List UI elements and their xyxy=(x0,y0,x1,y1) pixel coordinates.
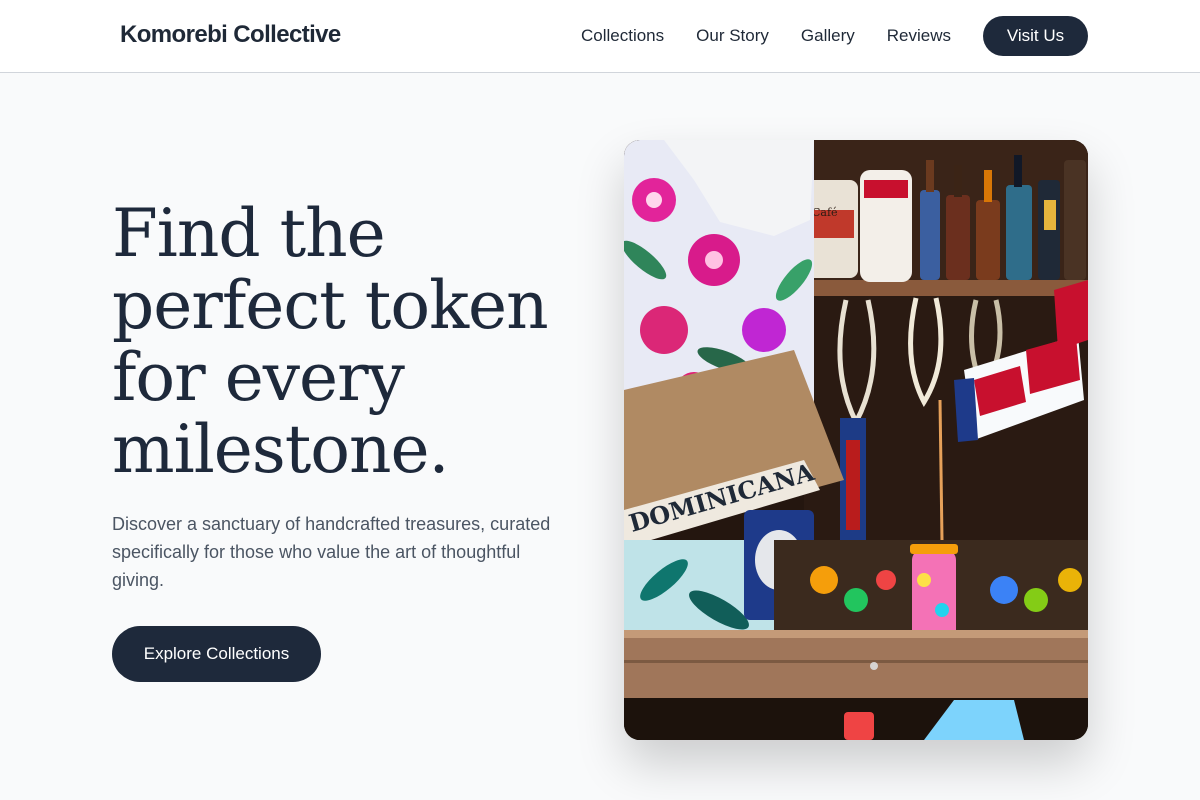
headline-line: Find the xyxy=(112,195,386,272)
nav-link-reviews[interactable]: Reviews xyxy=(887,16,951,56)
hero-image-souvenir-stall: Café DOMINICANA xyxy=(624,140,1088,740)
brand-logo[interactable]: Komorebi Collective xyxy=(120,21,341,49)
visit-us-button[interactable]: Visit Us xyxy=(983,16,1088,56)
nav-link-collections[interactable]: Collections xyxy=(581,16,664,56)
nav-link-our-story[interactable]: Our Story xyxy=(696,16,769,56)
top-nav-bar: Komorebi Collective Collections Our Stor… xyxy=(0,0,1200,73)
hero-subtitle: Discover a sanctuary of handcrafted trea… xyxy=(112,514,551,590)
headline-line: milestone. xyxy=(112,411,450,488)
wooden-counter xyxy=(624,630,1088,698)
nav-link-gallery[interactable]: Gallery xyxy=(801,16,855,56)
hero-headline: Find the perfect token for every milesto… xyxy=(112,198,582,486)
headline-line: perfect token xyxy=(112,267,549,344)
explore-collections-button[interactable]: Explore Collections xyxy=(112,626,321,682)
cafe-label: Café xyxy=(812,206,838,219)
headline-line: for every xyxy=(112,339,405,416)
main-nav: Collections Our Story Gallery Reviews Vi… xyxy=(581,16,1088,56)
